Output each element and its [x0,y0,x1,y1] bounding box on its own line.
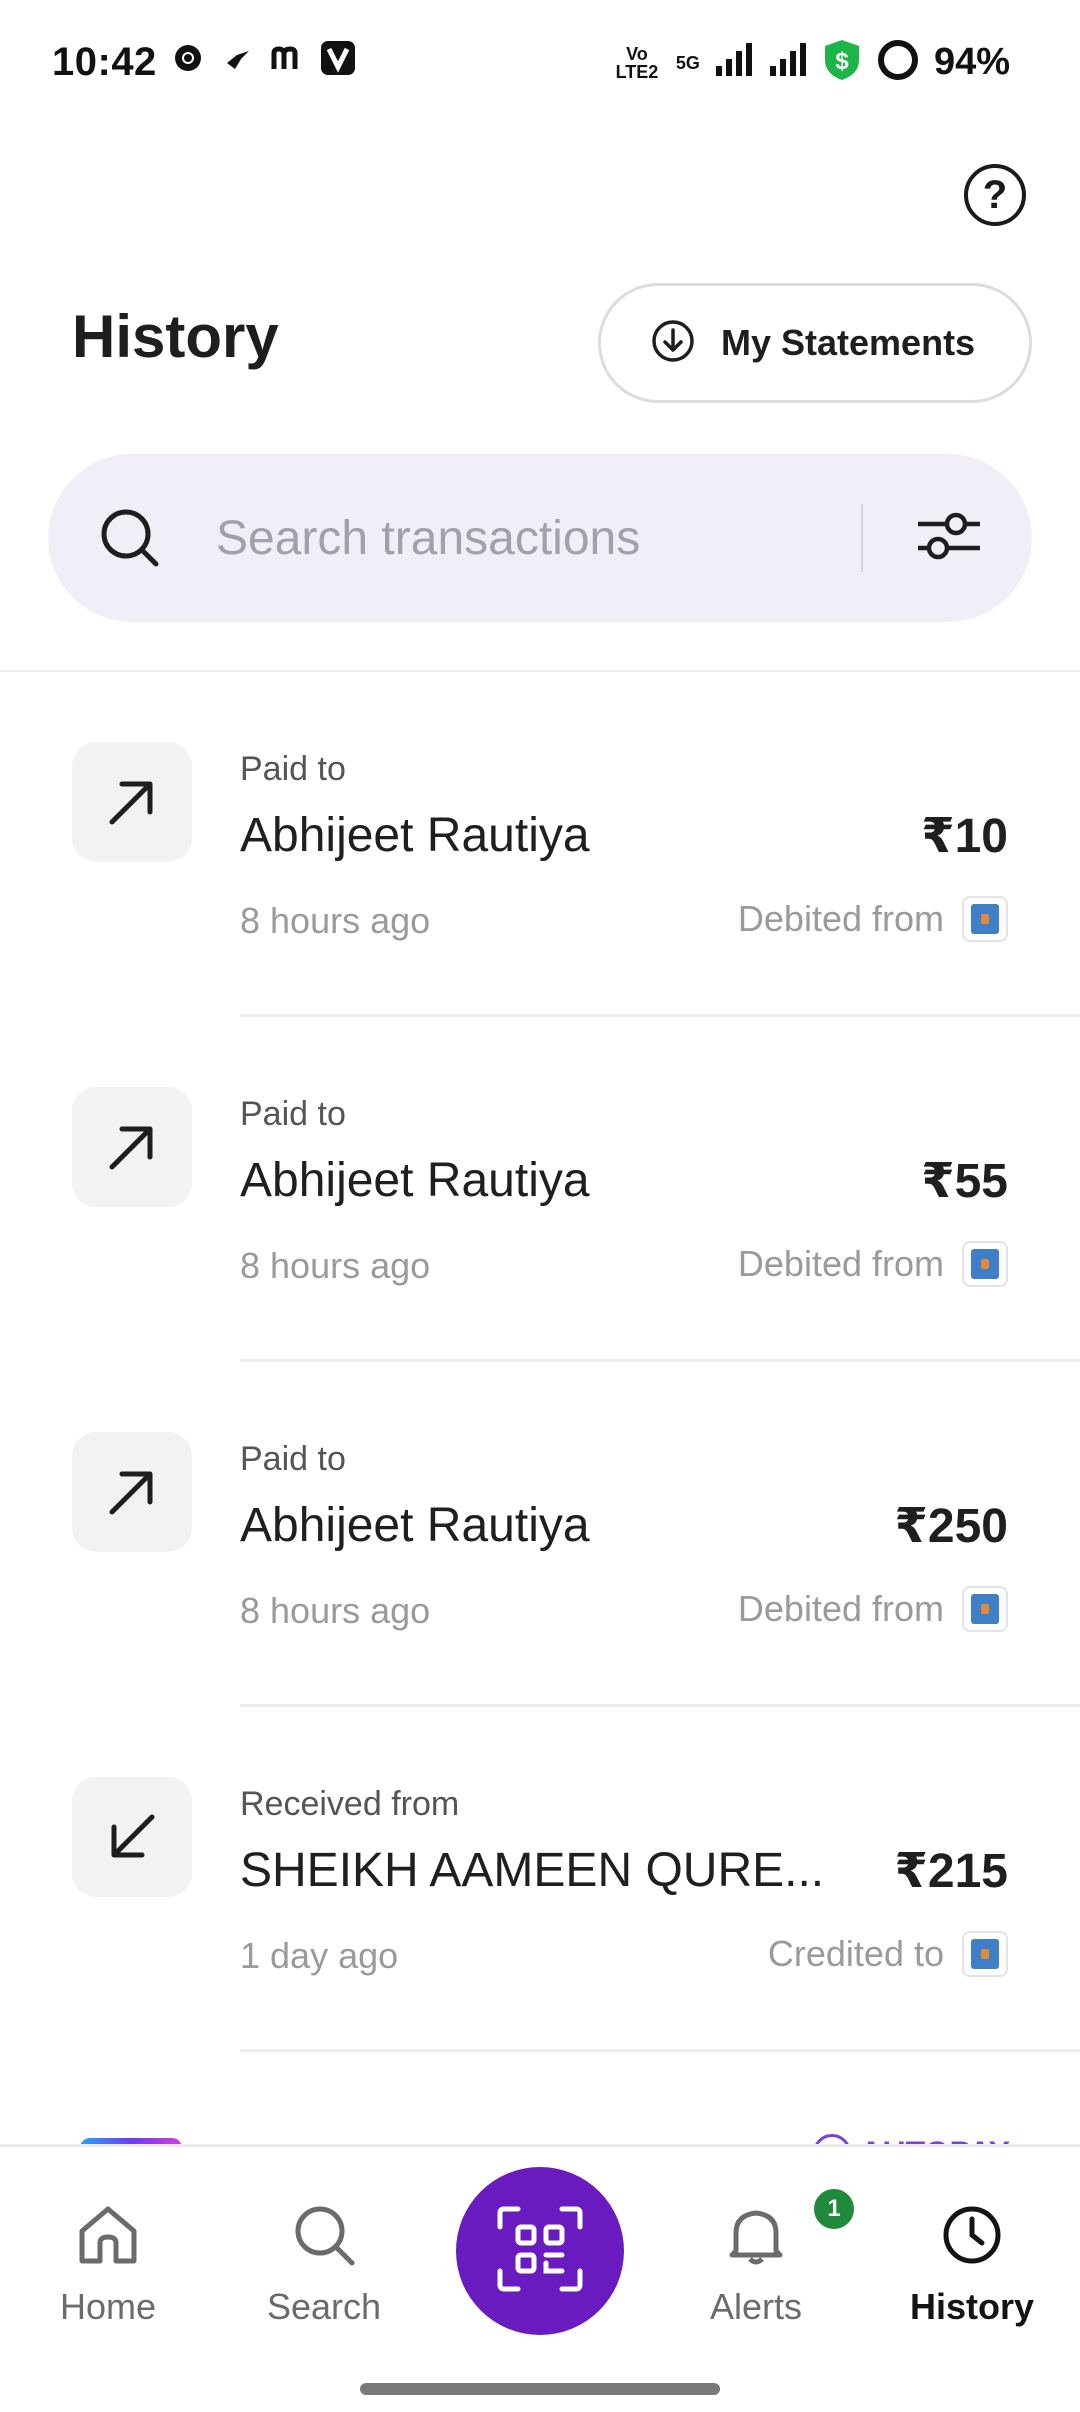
bank-logo-icon [962,1586,1008,1632]
transaction-type: Paid to [240,750,346,788]
arrow-up-right-icon [72,742,192,862]
transaction-time: 8 hours ago [240,1245,431,1286]
search-divider [861,504,863,572]
download-circle-icon [651,319,695,368]
transaction-type: Paid to [240,1095,346,1133]
transaction-item[interactable]: Payment to A AUTOPAY [0,2052,1080,2144]
bottom-navigation: Home Search 1 Alerts History [0,2144,1080,2412]
bank-logo-icon [962,896,1008,942]
filter-button[interactable] [912,502,984,574]
my-statements-label: My Statements [721,322,976,363]
arrow-up-right-icon [72,1432,192,1552]
search-icon [98,506,162,575]
transaction-list: Paid to Abhijeet Rautiya ₹10 8 hours ago… [0,672,1080,2144]
arrow-down-left-icon [72,1777,192,1897]
transaction-time: 1 day ago [240,1935,399,1976]
account-label: Credited to [767,1933,944,1974]
nav-home-label: Home [59,2286,157,2327]
autopay-badge: A AUTOPAY [813,2134,1010,2144]
account-label: Debited from [737,1588,944,1629]
transaction-amount: ₹250 [894,1500,1008,1553]
battery-ring-icon [876,38,920,87]
nav-alerts-label: Alerts [709,2286,803,2327]
my-statements-button[interactable]: My Statements [598,283,1032,403]
history-screen: 10:42 Vo LTE2 5G $ 94% ? History My Stat… [0,0,1080,2412]
transaction-name: Abhijeet Rautiya [240,1499,590,1552]
transaction-amount: ₹10 [921,810,1008,863]
transaction-account: Debited from [738,896,1008,942]
autopay-icon: A [813,2134,852,2144]
transaction-item[interactable]: Received from SHEIKH AAMEEN QURE... ₹215… [0,1707,1080,2052]
search-input[interactable] [216,502,876,574]
search-bar[interactable] [48,454,1032,622]
transaction-amount: ₹55 [921,1155,1008,1208]
question-circle-icon: ? [982,172,1008,217]
transaction-amount: ₹215 [894,1845,1008,1898]
sliders-icon [916,506,980,571]
bank-logo-icon [962,1931,1008,1977]
nav-alerts[interactable]: 1 Alerts [676,2185,858,2328]
page-title: History [72,303,279,370]
shield-dollar-icon: $ [822,38,862,87]
nav-home[interactable]: Home [28,2201,188,2328]
transaction-item[interactable]: Paid to Abhijeet Rautiya ₹10 8 hours ago… [0,672,1080,1017]
home-icon [74,2201,142,2274]
volte-label: Vo LTE2 [615,43,659,82]
transaction-time: 8 hours ago [240,1590,431,1631]
system-icons: Vo LTE2 5G $ 94% [612,38,1010,87]
transaction-account: Debited from [738,1241,1008,1287]
status-time: 10:42 [52,40,157,84]
account-label: Debited from [737,1243,944,1284]
status-bar: 10:42 Vo LTE2 5G $ 94% [0,0,1080,124]
nav-history-label: History [909,2286,1035,2327]
arrow-up-right-icon [72,1087,192,1207]
clock-icon [938,2201,1006,2274]
nav-search[interactable]: Search [244,2201,404,2328]
transaction-type: Paid to [240,1440,346,1478]
transaction-account: Debited from [738,1586,1008,1632]
bird-icon [220,40,256,76]
nav-history[interactable]: History [892,2201,1052,2328]
transaction-time: 8 hours ago [240,900,431,941]
transaction-name: Abhijeet Rautiya [240,1154,590,1207]
svg-text:$: $ [835,48,849,75]
chrome-icon [170,40,206,76]
alerts-count-badge: 1 [810,2185,858,2233]
search-icon [290,2201,358,2274]
network-type-label: 5G [675,52,700,73]
notification-icons [170,40,356,76]
account-label: Debited from [737,898,944,939]
transaction-type: Received from [240,1785,460,1823]
scan-qr-button[interactable] [456,2167,624,2335]
signal-icon [768,42,808,83]
transaction-item[interactable]: Paid to Abhijeet Rautiya ₹55 8 hours ago… [0,1017,1080,1362]
v-app-icon [320,40,356,76]
m-app-icon [270,40,306,76]
autopay-label: AUTOPAY [859,2135,1010,2145]
bell-icon: 1 [722,2185,858,2274]
nav-search-label: Search [266,2286,382,2327]
help-button[interactable]: ? [964,164,1026,226]
qr-scan-icon [494,2203,586,2300]
battery-percent: 94% [933,41,1010,83]
bank-logo-icon [962,1241,1008,1287]
transaction-item[interactable]: Paid to Abhijeet Rautiya ₹250 8 hours ag… [0,1362,1080,1707]
transaction-account: Credited to [768,1931,1008,1977]
home-indicator[interactable] [360,2383,720,2395]
signal-icon [714,42,754,83]
transaction-name: Abhijeet Rautiya [240,809,590,862]
transaction-name: SHEIKH AAMEEN QURE... [240,1844,825,1897]
